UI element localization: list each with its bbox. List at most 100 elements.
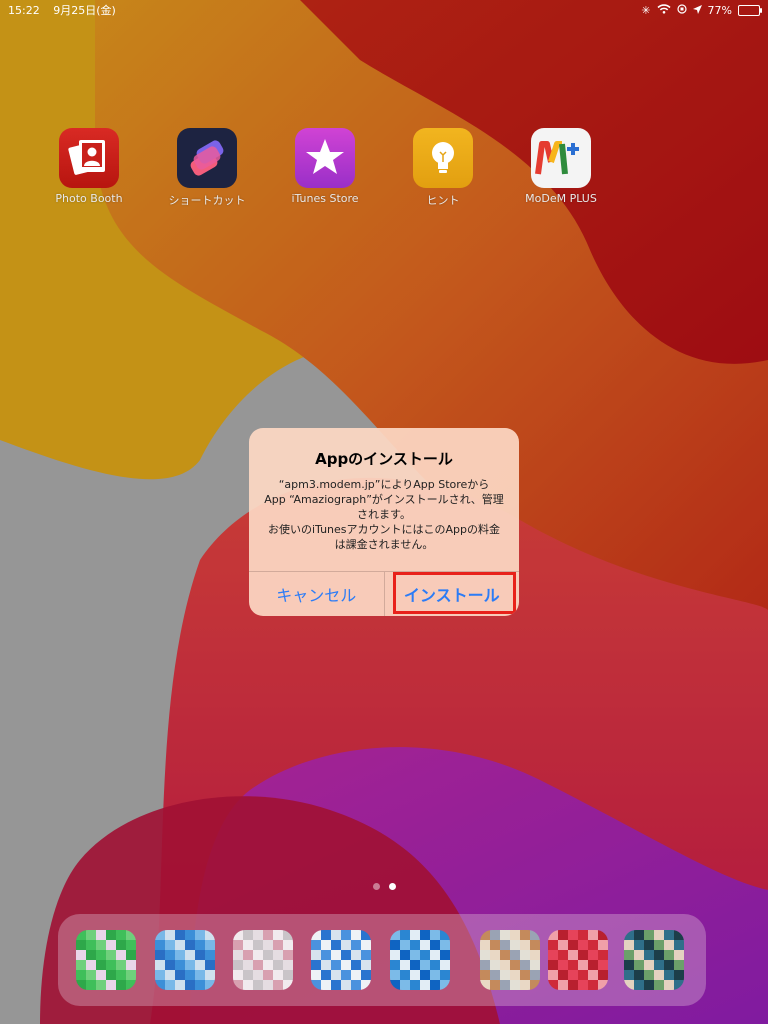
mosaic-pixel <box>410 970 420 980</box>
mosaic-pixel <box>126 930 136 940</box>
mosaic-pixel <box>253 950 263 960</box>
mosaic-pixel <box>273 950 283 960</box>
itunes-store-icon <box>295 128 355 188</box>
mosaic-pixel <box>106 950 116 960</box>
mosaic-pixel <box>96 970 106 980</box>
mosaic-pixel <box>410 950 420 960</box>
page-dot-current[interactable] <box>388 883 396 890</box>
mosaic-pixel <box>243 930 253 940</box>
dock-app-4[interactable] <box>311 930 371 990</box>
mosaic-pixel <box>86 960 96 970</box>
dock-app-1[interactable] <box>76 930 136 990</box>
page-dot[interactable] <box>372 883 380 890</box>
mosaic-pixel <box>331 950 341 960</box>
mosaic-pixel <box>361 970 371 980</box>
mosaic-pixel <box>96 950 106 960</box>
mosaic-pixel <box>361 940 371 950</box>
mosaic-pixel <box>430 950 440 960</box>
modem-plus-icon <box>531 128 591 188</box>
mosaic-pixel <box>674 950 684 960</box>
wifi-icon <box>657 3 671 17</box>
mosaic-pixel <box>205 970 215 980</box>
mosaic-pixel <box>263 960 273 970</box>
page-indicator[interactable] <box>0 883 768 890</box>
mosaic-pixel <box>253 930 263 940</box>
mosaic-pixel <box>558 980 568 990</box>
mosaic-pixel <box>273 930 283 940</box>
mosaic-pixel <box>185 960 195 970</box>
dock-app-3[interactable] <box>233 930 293 990</box>
mosaic-pixel <box>273 970 283 980</box>
install-button[interactable]: インストール <box>385 572 520 616</box>
mosaic-pixel <box>430 940 440 950</box>
mosaic-pixel <box>500 960 510 970</box>
mosaic-pixel <box>520 960 530 970</box>
app-shortcuts[interactable]: ショートカット <box>152 128 262 208</box>
alert-title: Appのインストール <box>315 450 453 468</box>
mosaic-pixel <box>321 970 331 980</box>
mosaic-pixel <box>500 930 510 940</box>
mosaic-pixel <box>420 980 430 990</box>
mosaic-pixel <box>410 940 420 950</box>
mosaic-pixel <box>430 960 440 970</box>
app-tips[interactable]: ヒント <box>388 128 498 208</box>
mosaic-pixel <box>116 950 126 960</box>
mosaic-pixel <box>106 980 116 990</box>
mosaic-pixel <box>664 970 674 980</box>
app-photo-booth[interactable]: Photo Booth <box>34 128 144 205</box>
mosaic-pixel <box>530 940 540 950</box>
mosaic-pixel <box>155 970 165 980</box>
mosaic-pixel <box>233 930 243 940</box>
mosaic-pixel <box>634 980 644 990</box>
mosaic-pixel <box>263 940 273 950</box>
status-date: 9月25日(金) <box>53 4 116 17</box>
mosaic-pixel <box>155 940 165 950</box>
status-bar: 15:22 9月25日(金) ✳ 77% <box>0 0 768 20</box>
mosaic-pixel <box>390 970 400 980</box>
mosaic-pixel <box>321 960 331 970</box>
mosaic-pixel <box>96 980 106 990</box>
mosaic-pixel <box>126 960 136 970</box>
mosaic-pixel <box>263 950 273 960</box>
mosaic-pixel <box>205 980 215 990</box>
mosaic-pixel <box>233 960 243 970</box>
dock-app-2[interactable] <box>155 930 215 990</box>
mosaic-pixel <box>400 970 410 980</box>
mosaic-pixel <box>654 980 664 990</box>
app-itunes-store[interactable]: iTunes Store <box>270 128 380 205</box>
mosaic-pixel <box>674 970 684 980</box>
dock-app-5[interactable] <box>390 930 450 990</box>
mosaic-pixel <box>116 960 126 970</box>
dock-app-6[interactable] <box>480 930 540 990</box>
mosaic-pixel <box>86 970 96 980</box>
mosaic-pixel <box>175 980 185 990</box>
app-modem-plus[interactable]: MoDeM PLUS <box>506 128 616 205</box>
mosaic-pixel <box>126 970 136 980</box>
mosaic-pixel <box>500 940 510 950</box>
mosaic-pixel <box>520 970 530 980</box>
mosaic-pixel <box>311 950 321 960</box>
mosaic-pixel <box>165 960 175 970</box>
mosaic-pixel <box>185 970 195 980</box>
mosaic-pixel <box>106 940 116 950</box>
mosaic-pixel <box>420 960 430 970</box>
install-app-alert: Appのインストール “apm3.modem.jp”によりApp Storeから… <box>249 428 519 616</box>
mosaic-pixel <box>500 980 510 990</box>
mosaic-pixel <box>253 970 263 980</box>
app-label: MoDeM PLUS <box>525 192 597 205</box>
mosaic-pixel <box>674 940 684 950</box>
mosaic-pixel <box>341 930 351 940</box>
mosaic-pixel <box>185 950 195 960</box>
mosaic-pixel <box>185 930 195 940</box>
app-label: ヒント <box>426 194 460 207</box>
activity-icon: ✳ <box>641 3 651 17</box>
mosaic-pixel <box>598 970 608 980</box>
mosaic-pixel <box>568 950 578 960</box>
mosaic-pixel <box>568 970 578 980</box>
location-icon <box>692 4 702 17</box>
cancel-button[interactable]: キャンセル <box>249 572 385 616</box>
mosaic-pixel <box>598 950 608 960</box>
app-label: ショートカット <box>168 194 246 207</box>
dock-app-8[interactable] <box>624 930 684 990</box>
dock-app-7[interactable] <box>548 930 608 990</box>
